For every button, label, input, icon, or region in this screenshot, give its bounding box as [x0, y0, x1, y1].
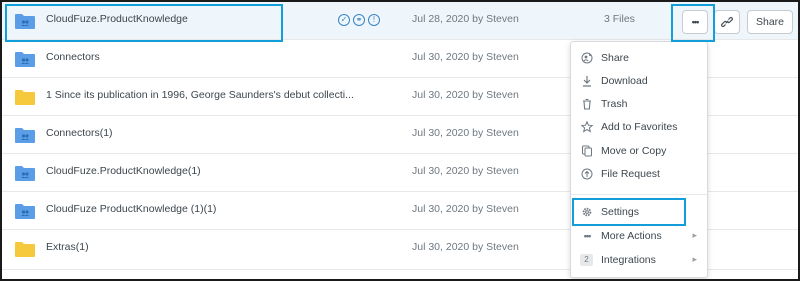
chevron-right-icon: ▸ — [692, 230, 697, 240]
modified-info: Jul 30, 2020 by Steven — [412, 51, 519, 63]
copy-icon — [581, 145, 593, 157]
shared-folder-icon — [15, 52, 35, 67]
modified-info: Jul 28, 2020 by Steven — [412, 13, 519, 25]
modified-info: Jul 30, 2020 by Steven — [412, 127, 519, 139]
star-icon — [580, 120, 594, 133]
menu-item-more-actions[interactable]: ••• More Actions ▸ — [571, 226, 707, 248]
shared-folder-icon — [15, 128, 35, 143]
menu-item-move-or-copy[interactable]: Move or Copy — [571, 141, 707, 163]
shared-folder-icon — [15, 166, 35, 181]
highlight-settings — [572, 198, 686, 226]
modified-info: Jul 30, 2020 by Steven — [412, 89, 519, 101]
menu-item-integrations[interactable]: 2 Integrations ▸ — [571, 250, 707, 272]
folder-icon — [15, 90, 35, 105]
copy-link-button[interactable] — [714, 10, 740, 34]
shared-folder-icon — [15, 204, 35, 219]
menu-item-share[interactable]: Share — [571, 48, 707, 70]
folder-name[interactable]: 1 Since its publication in 1996, George … — [46, 89, 354, 101]
menu-item-add-to-favorites[interactable]: Add to Favorites — [571, 117, 707, 139]
info-icon: ! — [368, 14, 380, 26]
integrations-count-badge: 2 — [580, 254, 593, 266]
menu-item-file-request[interactable]: File Request — [571, 164, 707, 186]
upload-icon — [581, 168, 593, 180]
context-menu: Share Download Trash Add to Favorites Mo… — [570, 41, 708, 278]
link-icon: ⚭ — [353, 14, 365, 26]
check-icon: ✓ — [338, 14, 350, 26]
file-count: 3 Files — [604, 13, 635, 25]
chevron-right-icon: ▸ — [692, 254, 697, 264]
link-icon — [721, 16, 733, 28]
modified-info: Jul 30, 2020 by Steven — [412, 241, 519, 253]
ellipsis-icon: ••• — [583, 231, 591, 241]
menu-divider — [571, 194, 707, 195]
folder-icon — [15, 242, 35, 257]
folder-name[interactable]: Connectors(1) — [46, 127, 113, 139]
trash-icon — [581, 98, 593, 110]
status-badges: ✓ ⚭ ! — [338, 14, 380, 26]
folder-name[interactable]: CloudFuze.ProductKnowledge(1) — [46, 165, 201, 177]
modified-info: Jul 30, 2020 by Steven — [412, 203, 519, 215]
download-icon — [581, 75, 593, 87]
share-button[interactable]: Share — [747, 10, 793, 34]
add-person-icon — [581, 52, 593, 64]
folder-name[interactable]: Extras(1) — [46, 241, 89, 253]
highlight-more-options — [671, 4, 715, 42]
menu-item-download[interactable]: Download — [571, 71, 707, 93]
highlight-folder-name — [5, 4, 283, 42]
folder-name[interactable]: Connectors — [46, 51, 100, 63]
menu-item-trash[interactable]: Trash — [571, 94, 707, 116]
file-list-frame: CloudFuze.ProductKnowledge ✓ ⚭ ! Jul 28,… — [0, 0, 800, 281]
modified-info: Jul 30, 2020 by Steven — [412, 165, 519, 177]
folder-name[interactable]: CloudFuze ProductKnowledge (1)(1) — [46, 203, 216, 215]
